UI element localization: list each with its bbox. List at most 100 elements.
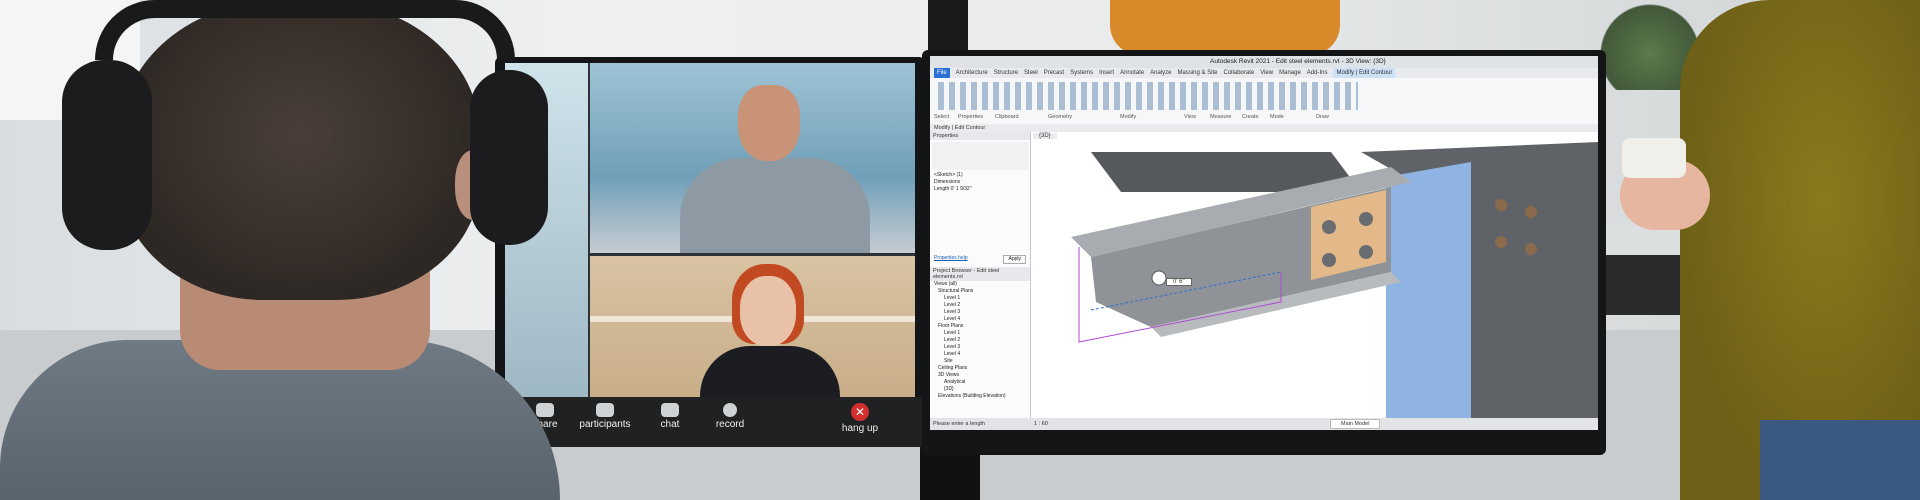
steel-beam-model xyxy=(1071,142,1598,418)
project-browser-header: Project Browser - Edit steel elements.rv… xyxy=(930,267,1030,281)
tab-insert[interactable]: Insert xyxy=(1099,68,1114,78)
participants-button[interactable]: participants xyxy=(575,403,635,430)
participant-woman-face xyxy=(740,276,796,346)
dimension-input[interactable]: 0' 6" xyxy=(1166,278,1192,286)
group-geometry: Geometry xyxy=(1048,114,1073,120)
tree-item[interactable]: {3D} xyxy=(934,386,1030,393)
main-model-selector[interactable]: Main Model xyxy=(1330,419,1381,429)
record-icon xyxy=(723,403,737,417)
bolt xyxy=(1322,220,1336,234)
ribbon-panel: Select Properties Clipboard Geometry Mod… xyxy=(930,78,1598,125)
properties-spacer xyxy=(930,193,1030,255)
tab-massing-site[interactable]: Massing & Site xyxy=(1177,68,1217,78)
tree-item[interactable]: Level 3 xyxy=(934,344,1030,351)
headphone-band xyxy=(95,0,515,60)
video-call-screen xyxy=(505,63,915,403)
type-preview xyxy=(932,142,1028,170)
group-clipboard: Clipboard xyxy=(995,114,1019,120)
apply-button[interactable]: Apply xyxy=(1003,255,1026,264)
record-button[interactable]: record xyxy=(700,403,760,430)
view-tab-3d[interactable]: {3D} xyxy=(1033,133,1057,139)
group-mode: Mode xyxy=(1270,114,1284,120)
coworker-jeans xyxy=(1760,420,1920,500)
group-measure: Measure xyxy=(1210,114,1232,120)
participant-man-body xyxy=(680,158,870,253)
participants-label: participants xyxy=(579,419,631,430)
tree-item[interactable]: Site xyxy=(934,358,1030,365)
tab-structure[interactable]: Structure xyxy=(994,68,1018,78)
tab-add-ins[interactable]: Add-Ins xyxy=(1307,68,1328,78)
tab-steel[interactable]: Steel xyxy=(1024,68,1038,78)
tab-modify-edit-contour[interactable]: Modify | Edit Contour xyxy=(1333,68,1396,78)
mode-bar: Modify | Edit Contour xyxy=(930,124,1598,132)
cad-application-window: Autodesk Revit 2021 - Edit steel element… xyxy=(930,56,1598,430)
right-monitor: Autodesk Revit 2021 - Edit steel element… xyxy=(922,50,1606,455)
properties-header: Properties xyxy=(930,132,1030,140)
bolt xyxy=(1525,206,1537,218)
tree-item[interactable]: Structural Plans xyxy=(934,288,1030,295)
tab-collaborate[interactable]: Collaborate xyxy=(1224,68,1255,78)
tree-item[interactable]: Level 4 xyxy=(934,316,1030,323)
bolt xyxy=(1495,236,1507,248)
tab-manage[interactable]: Manage xyxy=(1279,68,1301,78)
properties-row[interactable]: <Sketch> (1) xyxy=(934,172,1030,179)
column-web xyxy=(1386,162,1471,418)
hang-up-button[interactable]: ✕ hang up xyxy=(830,403,890,434)
tree-item[interactable]: Ceiling Plans xyxy=(934,365,1030,372)
properties-row: Dimensions xyxy=(934,179,961,185)
properties-row[interactable]: Length 0' 1 9/32" xyxy=(934,186,1030,193)
tree-item[interactable]: Level 2 xyxy=(934,337,1030,344)
beam-hole xyxy=(1151,270,1167,286)
status-bar: Please enter a length 1 : 60 Main Model xyxy=(930,418,1598,430)
tree-item[interactable]: Level 3 xyxy=(934,309,1030,316)
tree-item[interactable]: Floor Plans xyxy=(934,323,1030,330)
bolt xyxy=(1525,243,1537,255)
tree-item[interactable]: Level 1 xyxy=(934,330,1030,337)
tab-annotate[interactable]: Annotate xyxy=(1120,68,1144,78)
headphone-cup-left xyxy=(62,60,152,250)
video-tile-woman xyxy=(590,256,915,403)
view-scale[interactable]: 1 : 60 xyxy=(1034,418,1048,430)
tree-item[interactable]: Level 4 xyxy=(934,351,1030,358)
video-tile-man xyxy=(590,63,915,253)
tree-item[interactable]: Elevations (Building Elevation) xyxy=(934,393,1030,400)
left-monitor: share participants chat record ✕ hang up xyxy=(495,57,925,447)
bolt xyxy=(1322,253,1336,267)
tree-item[interactable]: 3D Views xyxy=(934,372,1030,379)
tree-item[interactable]: Analytical xyxy=(934,379,1030,386)
tab-precast[interactable]: Precast xyxy=(1044,68,1064,78)
ribbon-tabs: File Architecture Structure Steel Precas… xyxy=(930,68,1598,78)
properties-help-link[interactable]: Properties help xyxy=(934,255,968,264)
group-properties: Properties xyxy=(958,114,984,120)
participants-icon xyxy=(596,403,614,417)
bolt xyxy=(1359,212,1373,226)
tab-view[interactable]: View xyxy=(1260,68,1273,78)
tab-systems[interactable]: Systems xyxy=(1070,68,1093,78)
group-draw: Draw xyxy=(1316,114,1329,120)
tab-file[interactable]: File xyxy=(934,68,950,78)
tree-item[interactable]: Level 2 xyxy=(934,302,1030,309)
record-label: record xyxy=(715,419,745,430)
headphone-cup-right xyxy=(470,70,548,245)
group-modify: Modify xyxy=(1120,114,1137,120)
window-title: Autodesk Revit 2021 - Edit steel element… xyxy=(1210,58,1386,65)
ribbon-tool-icons[interactable] xyxy=(938,82,1358,110)
3d-viewport[interactable]: {3D} 0' 6" xyxy=(1031,132,1598,418)
group-view: View xyxy=(1184,114,1196,120)
title-bar: Autodesk Revit 2021 - Edit steel element… xyxy=(930,56,1598,68)
left-panel: Properties <Sketch> (1) Dimensions Lengt… xyxy=(930,132,1031,418)
coffee-cup xyxy=(1622,138,1686,178)
hang-up-icon: ✕ xyxy=(851,403,869,421)
tab-architecture[interactable]: Architecture xyxy=(956,68,988,78)
coworker-orange-shirt xyxy=(1110,0,1340,55)
properties-list: <Sketch> (1) Dimensions Length 0' 1 9/32… xyxy=(930,172,1030,193)
properties-footer: Properties help Apply xyxy=(930,255,1030,264)
tree-item[interactable]: Level 1 xyxy=(934,295,1030,302)
tree-item[interactable]: Views (all) xyxy=(934,281,1030,288)
participant-man-head xyxy=(738,85,800,161)
chat-button[interactable]: chat xyxy=(640,403,700,430)
group-create: Create xyxy=(1242,114,1259,120)
call-control-bar: share participants chat record ✕ hang up xyxy=(495,397,925,447)
tab-analyze[interactable]: Analyze xyxy=(1150,68,1171,78)
status-text: Please enter a length xyxy=(933,421,985,427)
